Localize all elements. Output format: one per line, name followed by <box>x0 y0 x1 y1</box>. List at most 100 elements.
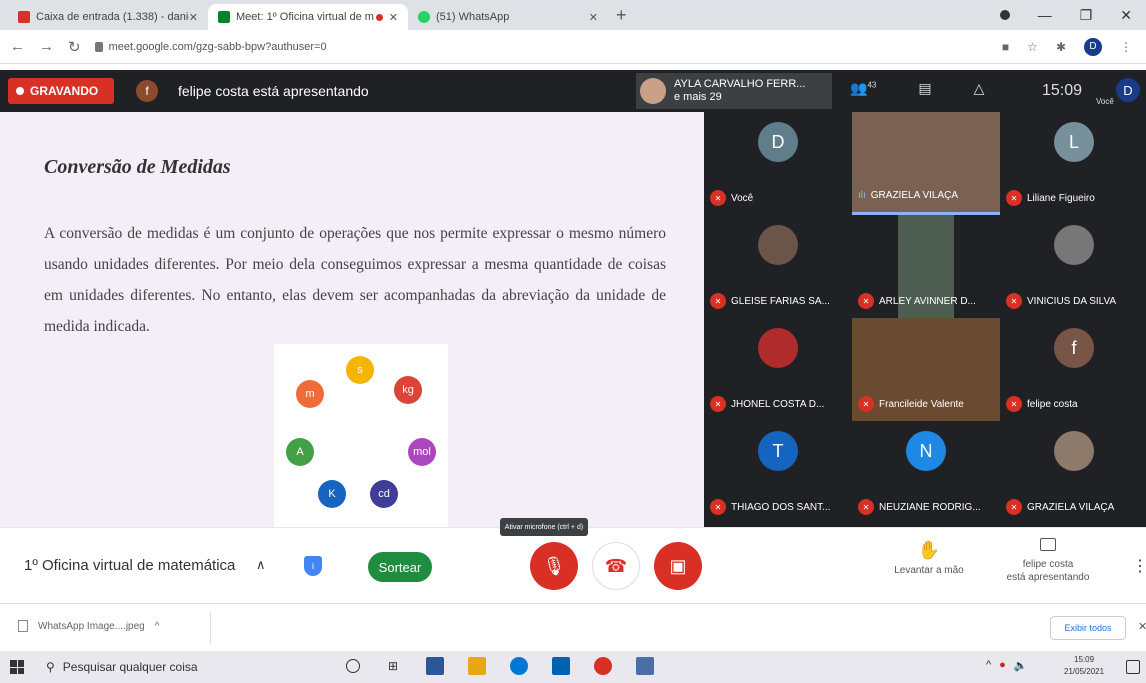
meeting-name[interactable]: 1º Oficina virtual de matemática <box>24 557 235 574</box>
participant-name: Liliane Figueiro <box>1027 192 1095 204</box>
more-options-icon[interactable]: ⋮ <box>1132 556 1146 576</box>
notifications-icon[interactable] <box>1126 660 1140 674</box>
browser-toolbar-icons: ■ ☆ ✱ D ⋮ <box>1002 37 1136 56</box>
new-tab-button[interactable]: + <box>616 5 627 30</box>
mic-tooltip: Ativar microfone (ctrl + d) <box>500 518 588 536</box>
chevron-up-icon[interactable]: ∧ <box>256 557 266 573</box>
browser-tab-bar: Caixa de entrada (1.338) - danieli ✕ Mee… <box>0 0 1146 30</box>
participant-tile[interactable]: ✕ JHONEL COSTA D... <box>704 318 852 421</box>
shield-icon[interactable]: i <box>304 556 322 576</box>
mic-off-icon: 🎙 <box>542 555 566 576</box>
search-icon: ⚲ <box>46 660 55 674</box>
photos-icon[interactable] <box>636 657 654 675</box>
active-speaker[interactable]: AYLA CARVALHO FERR... e mais 29 <box>636 73 832 109</box>
mic-off-button[interactable]: 🎙 <box>530 542 578 590</box>
volume-icon[interactable]: 🔈 <box>1014 659 1028 672</box>
meet-top-icons: 👥43 ▤ △ <box>850 80 984 97</box>
unit-cd: cd <box>370 480 398 508</box>
close-window-icon[interactable]: ✕ <box>1120 7 1132 24</box>
close-icon[interactable]: ✕ <box>1138 620 1146 633</box>
participant-tile[interactable]: ✕ GRAZIELA VILAÇA <box>1000 421 1146 524</box>
tab-gmail[interactable]: Caixa de entrada (1.338) - danieli ✕ <box>8 4 208 30</box>
url-field[interactable]: meet.google.com/gzg-sabb-bpw?authuser=0 <box>94 41 988 53</box>
show-all-button[interactable]: Exibir todos <box>1050 616 1126 640</box>
participant-avatar: D <box>758 122 798 162</box>
participant-photo <box>758 225 798 265</box>
menu-icon[interactable]: ⋮ <box>1120 40 1132 54</box>
participant-tile[interactable]: D ✕ Você <box>704 112 852 215</box>
participant-tile[interactable]: ✕ ARLEY AVINNER D... <box>852 215 1000 318</box>
participant-name: felipe costa <box>1027 398 1078 410</box>
slide-body: A conversão de medidas é um conjunto de … <box>44 225 666 335</box>
store-icon[interactable] <box>468 657 486 675</box>
app-icon[interactable] <box>426 657 444 675</box>
edge-icon[interactable] <box>510 657 528 675</box>
sortear-button[interactable]: Sortear <box>368 552 432 582</box>
participant-photo <box>1054 431 1094 471</box>
camera-icon[interactable]: ■ <box>1002 40 1009 54</box>
present-icon <box>1040 538 1056 551</box>
raise-hand-button[interactable]: ✋ Levantar a mão <box>884 540 974 576</box>
close-icon[interactable]: ✕ <box>189 11 198 24</box>
people-icon[interactable]: 👥43 <box>850 80 876 97</box>
taskbar-time: 15:09 <box>1074 655 1095 664</box>
star-icon[interactable]: ☆ <box>1027 40 1038 54</box>
recording-badge: GRAVANDO <box>8 78 114 104</box>
participant-tile[interactable]: ✕ GLEISE FARIAS SA... <box>704 215 852 318</box>
participant-tile[interactable]: ılı GRAZIELA VILAÇA <box>852 112 1000 215</box>
tab-title: (51) WhatsApp <box>436 11 510 23</box>
presenting-line2: está apresentando <box>1006 572 1090 583</box>
participant-tile[interactable]: T ✕ THIAGO DOS SANT... <box>704 421 852 524</box>
close-icon[interactable]: ✕ <box>589 11 598 24</box>
presenter-avatar: f <box>136 80 158 102</box>
participant-tile[interactable]: L ✕ Liliane Figueiro <box>1000 112 1146 215</box>
muted-mic-icon: ✕ <box>1006 396 1022 412</box>
reload-icon[interactable]: ↻ <box>68 38 81 56</box>
windows-start-icon[interactable] <box>10 660 24 674</box>
meet-bottom-bar: 1º Oficina virtual de matemática ∧ i Sor… <box>0 518 1146 603</box>
unit-mol: mol <box>408 438 436 466</box>
chrome-icon[interactable] <box>594 657 612 675</box>
network-icon[interactable]: ● <box>999 659 1006 672</box>
participant-tile[interactable]: ✕ Francileide Valente <box>852 318 1000 421</box>
taskbar-search[interactable]: ⚲ Pesquisar qualquer coisa <box>40 655 320 679</box>
participant-name: Você <box>731 192 754 204</box>
minimize-icon[interactable]: — <box>1038 7 1052 23</box>
participant-avatar: T <box>758 431 798 471</box>
chevron-up-icon[interactable]: ^ <box>986 659 991 672</box>
cortana-icon[interactable] <box>346 659 360 673</box>
back-icon[interactable]: ← <box>10 38 25 55</box>
presentation-slide: Conversão de Medidas A conversão de medi… <box>0 112 704 527</box>
participant-name: THIAGO DOS SANT... <box>731 501 831 513</box>
chevron-up-icon[interactable]: ^ <box>155 621 160 632</box>
user-avatar[interactable]: D <box>1116 78 1140 102</box>
activities-icon[interactable]: △ <box>974 80 985 97</box>
leave-call-button[interactable]: ☎ <box>592 542 640 590</box>
unit-kg: kg <box>394 376 422 404</box>
tab-meet[interactable]: Meet: 1º Oficina virtual de m ✕ <box>208 4 408 30</box>
maximize-icon[interactable]: ❐ <box>1080 7 1093 24</box>
download-item[interactable]: WhatsApp Image....jpeg ^ <box>18 620 159 632</box>
close-icon[interactable]: ✕ <box>389 11 398 24</box>
participant-tile[interactable]: N ✕ NEUZIANE RODRIG... <box>852 421 1000 524</box>
presenting-button[interactable]: felipe costa está apresentando <box>996 538 1100 584</box>
tab-whatsapp[interactable]: (51) WhatsApp ✕ <box>408 4 608 30</box>
windows-taskbar: ⚲ Pesquisar qualquer coisa ⊞ ^ ● 🔈 15:09… <box>0 651 1146 683</box>
taskbar-clock[interactable]: 15:09 21/05/2021 <box>1064 654 1104 678</box>
task-view-icon[interactable]: ⊞ <box>384 657 402 675</box>
participant-avatar: L <box>1054 122 1094 162</box>
muted-mic-icon: ✕ <box>710 499 726 515</box>
raise-hand-label: Levantar a mão <box>894 565 964 576</box>
unit-m: m <box>296 380 324 408</box>
extensions-icon[interactable]: ✱ <box>1056 40 1066 54</box>
participant-grid: D ✕ Você ılı GRAZIELA VILAÇA L ✕ Liliane Fi… <box>704 112 1146 527</box>
address-bar: ← → ↻ meet.google.com/gzg-sabb-bpw?authu… <box>0 30 1146 64</box>
meet-top-bar: GRAVANDO f felipe costa está apresentand… <box>0 70 1146 112</box>
chat-icon[interactable]: ▤ <box>918 80 931 97</box>
participant-tile[interactable]: f ✕ felipe costa <box>1000 318 1146 421</box>
mail-icon[interactable] <box>552 657 570 675</box>
forward-icon[interactable]: → <box>39 38 54 55</box>
profile-avatar[interactable]: D <box>1084 37 1102 56</box>
camera-off-button[interactable]: ▣ <box>654 542 702 590</box>
participant-tile[interactable]: ✕ VINICIUS DA SILVA <box>1000 215 1146 318</box>
